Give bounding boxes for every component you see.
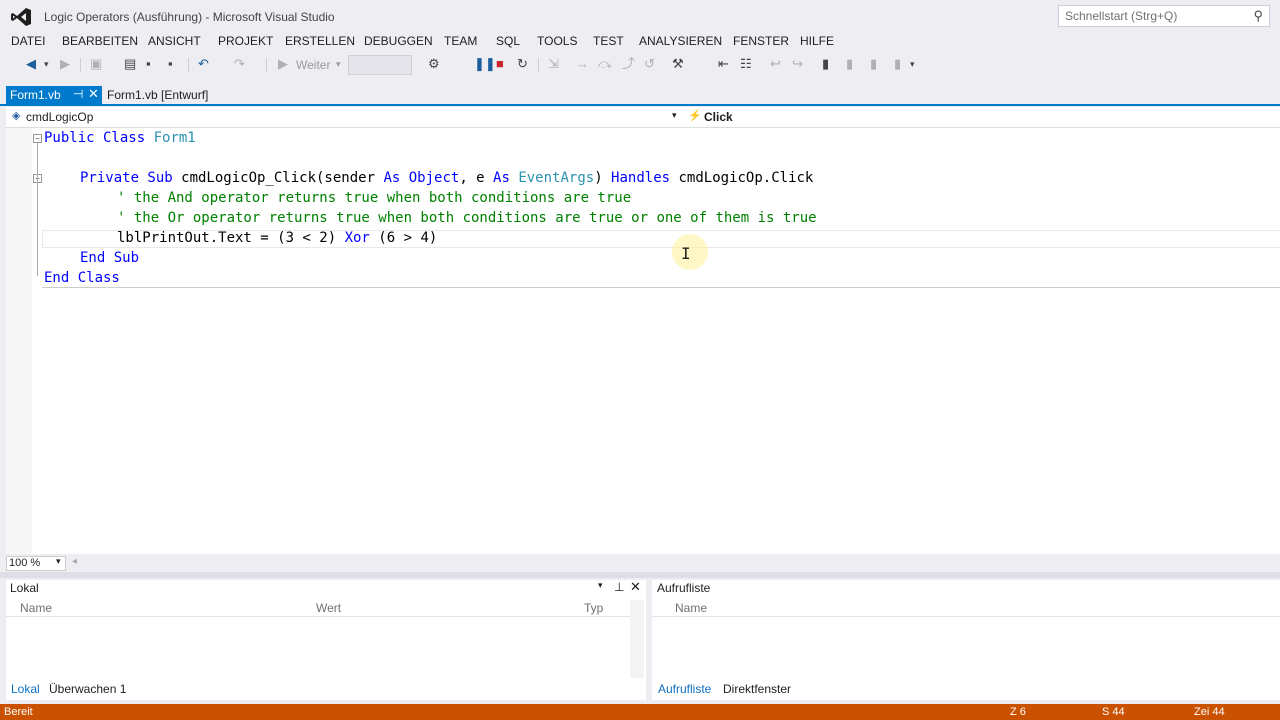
object-dropdown[interactable]: cmdLogicOp — [26, 110, 93, 124]
redo-icon[interactable]: ↷ — [234, 56, 245, 72]
column-type[interactable]: Typ — [584, 601, 603, 615]
comment-icon[interactable]: ↩ — [770, 56, 781, 72]
clear-bookmarks-icon[interactable]: ▮ — [894, 56, 901, 72]
stop-icon[interactable]: ■ — [496, 56, 504, 72]
back-icon[interactable]: ◀ — [26, 56, 36, 72]
code-line-1: Public Class Form1 — [44, 130, 196, 146]
object-dropdown-arrow-icon[interactable]: ▾ — [672, 110, 677, 121]
menu-analysieren[interactable]: ANALYSIEREN — [639, 34, 722, 48]
bookmark-icon[interactable]: ▮ — [822, 56, 829, 72]
column-name[interactable]: Name — [20, 601, 52, 615]
step-over-icon[interactable]: ⤼ — [598, 56, 612, 72]
step-back-icon[interactable]: ↺ — [644, 56, 655, 72]
save-all-icon[interactable]: ▪ — [168, 56, 173, 72]
menu-hilfe[interactable]: HILFE — [800, 34, 834, 48]
menu-debuggen[interactable]: DEBUGGEN — [364, 34, 433, 48]
pin-icon[interactable]: ⊣ — [73, 87, 83, 101]
attach-icon[interactable]: ⚙ — [428, 56, 440, 72]
menu-bar: DATEI BEARBEITEN ANSICHT PROJEKT ERSTELL… — [0, 32, 1280, 50]
code-line-8: End Class — [44, 270, 120, 286]
visual-studio-logo-icon — [11, 8, 31, 26]
code-line-3: Private Sub cmdLogicOp_Click(sender As O… — [80, 170, 814, 186]
menu-tools[interactable]: TOOLS — [537, 34, 577, 48]
tab-form1-vb[interactable]: Form1.vb ⊣ ✕ — [6, 86, 102, 104]
status-char: Zei 44 — [1194, 706, 1225, 718]
hex-display-icon[interactable]: ⚒ — [672, 56, 684, 72]
event-icon: ⚡ — [688, 110, 702, 122]
menu-projekt[interactable]: PROJEKT — [218, 34, 273, 48]
step-into-icon[interactable]: → — [576, 56, 589, 72]
tab-label: Form1.vb — [10, 88, 61, 102]
menu-test[interactable]: TEST — [593, 34, 624, 48]
column-name[interactable]: Name — [675, 601, 707, 615]
restart-icon[interactable]: ↻ — [517, 56, 528, 72]
editor-bottom-bar — [6, 555, 1280, 571]
text-cursor-icon: I — [681, 244, 691, 263]
status-text: Bereit — [4, 706, 33, 718]
tab-direktfenster[interactable]: Direktfenster — [723, 682, 791, 696]
menu-ansicht[interactable]: ANSICHT — [148, 34, 201, 48]
save-icon[interactable]: ▪ — [146, 56, 151, 72]
back-dropdown-icon[interactable]: ▾ — [44, 56, 49, 72]
pause-icon[interactable]: ❚❚ — [474, 56, 496, 72]
column-value[interactable]: Wert — [316, 601, 341, 615]
menu-fenster[interactable]: FENSTER — [733, 34, 789, 48]
window-title: Logic Operators (Ausführung) - Microsoft… — [44, 10, 335, 24]
navigation-bar — [6, 107, 1280, 128]
pin-icon[interactable]: ⊥ — [614, 580, 624, 594]
continue-icon[interactable]: ▶ — [278, 56, 288, 72]
next-bookmark-icon[interactable]: ▮ — [870, 56, 877, 72]
menu-datei[interactable]: DATEI — [11, 34, 45, 48]
event-dropdown[interactable]: Click — [704, 110, 733, 124]
toolbar-overflow-icon[interactable]: ▾ — [910, 56, 915, 72]
class-icon: ◈ — [12, 110, 21, 122]
locals-scrollbar[interactable] — [630, 600, 644, 678]
menu-sql[interactable]: SQL — [496, 34, 520, 48]
solution-config-dropdown[interactable] — [348, 55, 412, 75]
undo-icon[interactable]: ↶ — [198, 56, 209, 72]
toolbar: ◀ ▾ ▶ ▣ ▤ ▪ ▪ ↶ ↷ ▶ Weiter ▾ ⚙ ❚❚ ■ ↻ ⇲ … — [0, 52, 1280, 78]
panel-splitter[interactable] — [0, 572, 1280, 578]
status-bar: Bereit Z 6 S 44 Zei 44 — [0, 704, 1280, 720]
menu-erstellen[interactable]: ERSTELLEN — [285, 34, 355, 48]
stack-frame-icon[interactable]: ☷ — [740, 56, 752, 72]
quick-launch-input[interactable]: Schnellstart (Strg+Q) ⚲ — [1058, 5, 1270, 27]
step-out-icon[interactable]: ⤴ — [622, 56, 635, 72]
open-file-icon[interactable]: ▤ — [124, 56, 136, 72]
status-line: Z 6 — [1010, 706, 1026, 718]
tab-form1-designer[interactable]: Form1.vb [Entwurf] — [107, 88, 208, 102]
continue-button[interactable]: Weiter — [296, 57, 330, 73]
code-line-7: End Sub — [80, 250, 140, 266]
quick-launch-placeholder: Schnellstart (Strg+Q) — [1065, 9, 1178, 23]
forward-icon[interactable]: ▶ — [60, 56, 70, 72]
panel-options-icon[interactable]: ▾ — [598, 580, 603, 591]
menu-team[interactable]: TEAM — [444, 34, 477, 48]
uncomment-icon[interactable]: ↪ — [792, 56, 803, 72]
menu-bearbeiten[interactable]: BEARBEITEN — [62, 34, 138, 48]
show-next-statement-icon[interactable]: ⇲ — [548, 56, 559, 72]
tab-ueberwachen[interactable]: Überwachen 1 — [49, 682, 126, 696]
code-line-6: lblPrintOut.Text = (3 < 2) Xor (6 > 4) — [117, 230, 438, 246]
callstack-title: Aufrufliste — [657, 581, 711, 595]
close-icon[interactable]: ✕ — [630, 579, 641, 595]
close-icon[interactable]: ✕ — [88, 86, 99, 102]
continue-dropdown-icon[interactable]: ▾ — [336, 56, 341, 72]
search-icon: ⚲ — [1253, 8, 1263, 23]
status-column: S 44 — [1102, 706, 1125, 718]
code-line-4: ' the And operator returns true when bot… — [117, 190, 632, 206]
tab-aufrufliste[interactable]: Aufrufliste — [658, 682, 711, 696]
tab-lokal[interactable]: Lokal — [11, 682, 40, 696]
thread-icon[interactable]: ⇤ — [718, 56, 729, 72]
editor-margin — [6, 128, 32, 554]
scroll-left-icon[interactable]: ◂ — [72, 556, 77, 567]
zoom-dropdown-arrow-icon[interactable]: ▾ — [56, 556, 61, 567]
code-line-5: ' the Or operator returns true when both… — [117, 210, 817, 226]
locals-title: Lokal — [10, 581, 39, 595]
new-project-icon[interactable]: ▣ — [90, 56, 102, 72]
prev-bookmark-icon[interactable]: ▮ — [846, 56, 853, 72]
collapse-class-icon[interactable]: − — [33, 134, 42, 143]
